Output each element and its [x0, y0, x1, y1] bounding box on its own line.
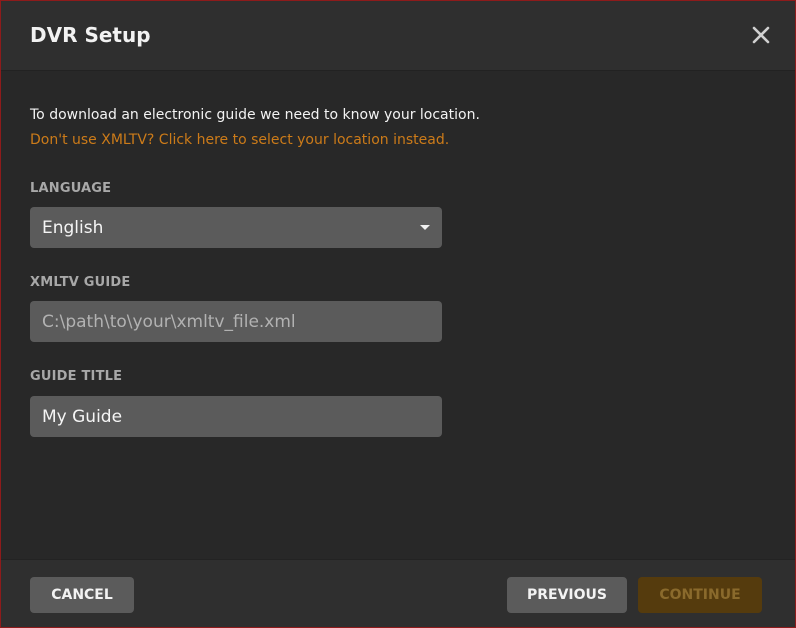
language-value: English [42, 217, 104, 238]
language-select[interactable]: English [30, 207, 442, 248]
cancel-button[interactable]: CANCEL [30, 577, 134, 613]
previous-button[interactable]: PREVIOUS [507, 577, 627, 613]
close-icon [752, 26, 770, 44]
language-label: LANGUAGE [30, 181, 112, 196]
guide-title-input[interactable] [30, 396, 442, 437]
dialog-body: To download an electronic guide we need … [1, 71, 795, 559]
continue-button[interactable]: CONTINUE [638, 577, 762, 613]
dialog-header: DVR Setup [1, 1, 795, 71]
xmltv-guide-input[interactable] [30, 301, 442, 342]
select-location-link[interactable]: Don't use XMLTV? Click here to select yo… [30, 132, 449, 148]
chevron-down-icon [420, 225, 430, 230]
guide-title-label: GUIDE TITLE [30, 369, 123, 384]
dialog-footer: CANCEL PREVIOUS CONTINUE [1, 559, 795, 627]
dialog-title: DVR Setup [30, 23, 151, 47]
intro-text: To download an electronic guide we need … [30, 107, 480, 123]
close-icon[interactable] [749, 23, 773, 47]
xmltv-guide-label: XMLTV GUIDE [30, 275, 131, 290]
dvr-setup-dialog: DVR Setup To download an electronic guid… [0, 0, 796, 628]
